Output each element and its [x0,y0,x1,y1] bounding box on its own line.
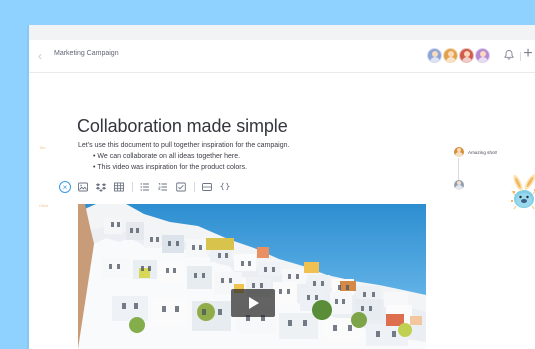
collaborator-avatar-3[interactable] [459,48,474,63]
collaborator-avatar-4[interactable] [475,48,490,63]
body-paragraph: Let's use this document to pull together… [78,142,290,149]
toolbar-divider-1 [132,182,133,192]
bulleted-list-icon[interactable] [139,181,151,193]
document-heading: Collaboration made simple [77,116,288,136]
document-title: Marketing Campaign [54,50,119,57]
play-icon[interactable] [231,289,275,317]
chevron-left-icon[interactable]: ‹ [35,49,45,63]
plus-icon[interactable]: + [522,46,534,62]
video-thumbnail [78,204,426,349]
body-bullet-2: • This video was inspiration for the pro… [93,164,248,171]
collaborator-avatars [427,48,490,64]
image-icon[interactable] [77,181,89,193]
document-header: ‹ Marketing Campaign + [29,40,535,73]
body-bullet-2-text: This video was inspiration for the produ… [97,164,248,171]
author-tag-mine: Tim [39,145,46,150]
editor-toolbar: × [59,179,237,195]
table-icon[interactable] [113,181,125,193]
header-divider [520,52,521,61]
toolbar-divider-2 [194,182,195,192]
close-icon[interactable]: × [59,181,71,193]
video-preview[interactable] [78,204,426,349]
comment-item: Amazing shot! [454,146,497,158]
app-top-bar [29,25,535,40]
bunny-sticker-icon [511,174,535,210]
media-icon[interactable] [201,181,213,193]
comment-text: Amazing shot! [468,149,498,155]
body-bullet-1: • We can collaborate on all ideas togeth… [93,153,241,160]
reply-avatar [454,180,464,190]
collaborator-avatar-1[interactable] [427,48,442,63]
dropbox-icon[interactable] [95,181,107,193]
comment-thread-line [458,158,459,180]
comment-avatar [454,147,464,157]
document-window: ‹ Marketing Campaign + Tim Olive Collabo… [29,25,535,349]
comment-thread: Amazing shot! [454,146,535,236]
collaborator-avatar-2[interactable] [443,48,458,63]
bell-icon[interactable] [503,49,515,61]
code-icon[interactable] [219,181,231,193]
numbered-list-icon[interactable] [157,181,169,193]
checklist-icon[interactable] [175,181,187,193]
author-tag-other: Olive [39,203,49,208]
document-body: Let's use this document to pull together… [78,140,388,173]
body-bullet-1-text: We can collaborate on all ideas together… [97,153,241,160]
